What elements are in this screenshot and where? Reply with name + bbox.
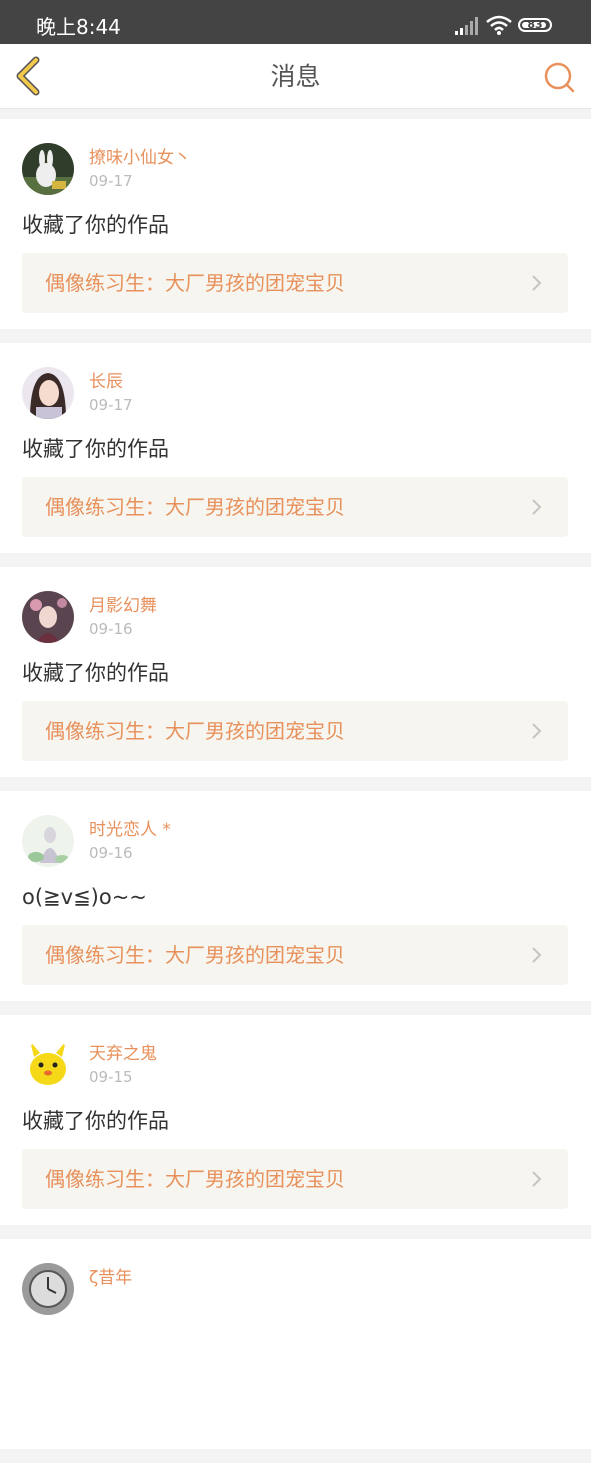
message-item[interactable]: 月影幻舞 09-16 收藏了你的作品 偶像练习生：大厂男孩的团宠宝贝: [0, 567, 591, 777]
avatar[interactable]: [22, 367, 74, 419]
avatar[interactable]: [22, 143, 74, 195]
work-title: 偶像练习生：大厂男孩的团宠宝贝: [45, 719, 345, 743]
message-date: 09-15: [89, 1068, 133, 1086]
status-time: 晚上8:44: [36, 15, 121, 39]
work-title: 偶像练习生：大厂男孩的团宠宝贝: [45, 271, 345, 295]
avatar[interactable]: [22, 1263, 74, 1315]
avatar[interactable]: [22, 815, 74, 867]
avatar[interactable]: [22, 591, 74, 643]
message-date: 09-17: [89, 172, 133, 190]
chevron-right-icon: [532, 947, 542, 963]
work-link[interactable]: 偶像练习生：大厂男孩的团宠宝贝: [22, 925, 568, 985]
message-text: o(≧v≦)o~~: [22, 885, 147, 909]
chevron-right-icon: [532, 723, 542, 739]
username[interactable]: 撩味小仙女丶: [89, 147, 191, 169]
message-text: 收藏了你的作品: [22, 213, 169, 237]
chevron-right-icon: [532, 1171, 542, 1187]
username[interactable]: ζ昔年: [89, 1267, 132, 1289]
search-icon[interactable]: [542, 60, 576, 94]
avatar[interactable]: [22, 1039, 74, 1091]
username[interactable]: 时光恋人 *: [89, 819, 171, 841]
signal-icon: [455, 17, 478, 35]
work-link[interactable]: 偶像练习生：大厂男孩的团宠宝贝: [22, 701, 568, 761]
message-item[interactable]: 天弃之鬼 09-15 收藏了你的作品 偶像练习生：大厂男孩的团宠宝贝: [0, 1015, 591, 1225]
username[interactable]: 长辰: [89, 371, 123, 393]
message-item[interactable]: 长辰 09-17 收藏了你的作品 偶像练习生：大厂男孩的团宠宝贝: [0, 343, 591, 553]
chevron-right-icon: [532, 275, 542, 291]
work-link[interactable]: 偶像练习生：大厂男孩的团宠宝贝: [22, 1149, 568, 1209]
header: 消息: [0, 44, 591, 109]
message-date: 09-16: [89, 620, 133, 638]
username[interactable]: 月影幻舞: [89, 595, 157, 617]
message-date: 09-16: [89, 844, 133, 862]
message-text: 收藏了你的作品: [22, 1109, 169, 1133]
message-item[interactable]: ζ昔年: [0, 1239, 591, 1449]
message-item[interactable]: 撩味小仙女丶 09-17 收藏了你的作品 偶像练习生：大厂男孩的团宠宝贝: [0, 119, 591, 329]
battery-level: 83: [527, 18, 543, 31]
work-link[interactable]: 偶像练习生：大厂男孩的团宠宝贝: [22, 253, 568, 313]
work-title: 偶像练习生：大厂男孩的团宠宝贝: [45, 943, 345, 967]
work-title: 偶像练习生：大厂男孩的团宠宝贝: [45, 1167, 345, 1191]
wifi-icon: [486, 15, 512, 35]
message-list: 撩味小仙女丶 09-17 收藏了你的作品 偶像练习生：大厂男孩的团宠宝贝 长辰 …: [0, 119, 591, 1463]
battery-icon: 83: [518, 18, 552, 32]
username[interactable]: 天弃之鬼: [89, 1043, 157, 1065]
chevron-right-icon: [532, 499, 542, 515]
work-title: 偶像练习生：大厂男孩的团宠宝贝: [45, 495, 345, 519]
message-date: 09-17: [89, 396, 133, 414]
page-title: 消息: [270, 62, 321, 91]
message-item[interactable]: 时光恋人 * 09-16 o(≧v≦)o~~ 偶像练习生：大厂男孩的团宠宝贝: [0, 791, 591, 1001]
status-bar: 晚上8:44 83: [0, 0, 591, 44]
message-text: 收藏了你的作品: [22, 437, 169, 461]
message-text: 收藏了你的作品: [22, 661, 169, 685]
work-link[interactable]: 偶像练习生：大厂男孩的团宠宝贝: [22, 477, 568, 537]
